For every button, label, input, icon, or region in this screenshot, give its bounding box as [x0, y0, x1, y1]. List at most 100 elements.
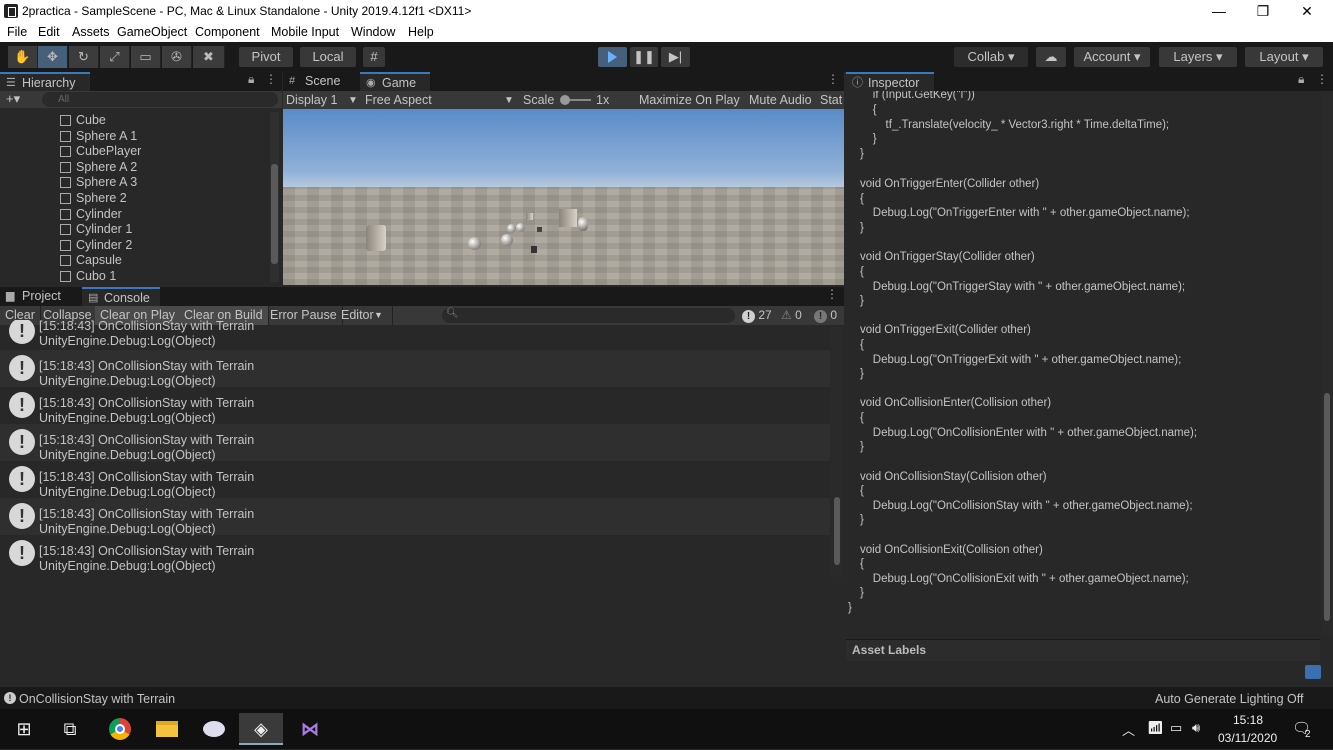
cloud-button[interactable]: ☁	[1035, 46, 1067, 68]
hierarchy-item[interactable]: Capsule	[58, 253, 122, 268]
tab-game[interactable]: ◉ Game	[360, 72, 430, 91]
tab-scene-label: Scene	[305, 74, 341, 88]
panel-menu-icon[interactable]: ⋮	[827, 72, 839, 86]
tab-inspector-label: Inspector	[868, 76, 920, 90]
code-line: void OnCollisionExit(Collision other)	[860, 544, 1043, 556]
tab-inspector[interactable]: ⓘ Inspector	[846, 72, 934, 91]
lighting-status[interactable]: Auto Generate Lighting Off	[1155, 692, 1303, 706]
account-dropdown[interactable]: Account ▾	[1073, 46, 1151, 68]
hierarchy-scrollbar[interactable]	[270, 112, 279, 282]
hierarchy-scroll-thumb[interactable]	[271, 164, 278, 264]
panel-menu-icon[interactable]: ⋮	[826, 287, 838, 301]
menu-gameobject[interactable]: GameObject	[117, 25, 187, 39]
hand-tool-icon[interactable]: ✋	[8, 46, 38, 68]
status-message[interactable]: OnCollisionStay with Terrain	[19, 692, 175, 706]
scale-tool-icon[interactable]: ⤢	[100, 46, 130, 68]
play-button[interactable]	[597, 46, 628, 68]
display-dropdown[interactable]: Display 1	[286, 93, 337, 107]
code-line: }	[860, 148, 864, 160]
menu-file[interactable]: File	[7, 25, 27, 39]
chrome-icon[interactable]	[98, 713, 142, 745]
log-row[interactable]: ! [15:18:43] OnCollisionStay with Terrai…	[0, 424, 830, 462]
clock-date[interactable]: 03/11/2020	[1218, 731, 1277, 745]
mute-audio-toggle[interactable]: Mute Audio	[749, 93, 812, 107]
log-row[interactable]: ! [15:18:43] OnCollisionStay with Terrai…	[0, 535, 830, 573]
hierarchy-item[interactable]: Cylinder 2	[58, 238, 132, 253]
hierarchy-item[interactable]: Sphere A 2	[58, 160, 137, 175]
stats-toggle[interactable]: Stat	[820, 93, 842, 107]
cube-object	[526, 213, 533, 220]
layers-dropdown[interactable]: Layers ▾	[1158, 46, 1238, 68]
console-scrollbar[interactable]	[831, 327, 843, 577]
hierarchy-item[interactable]: Cylinder	[58, 207, 122, 222]
asset-labels-header[interactable]: Asset Labels	[846, 639, 1320, 661]
file-explorer-icon[interactable]	[145, 713, 189, 745]
log-row[interactable]: ! [15:18:43] OnCollisionStay with Terrai…	[0, 320, 830, 350]
console-scroll-thumb[interactable]	[834, 497, 840, 565]
minimize-button[interactable]: —	[1196, 0, 1242, 23]
hierarchy-item[interactable]: Cubo 1	[58, 269, 116, 284]
menu-edit[interactable]: Edit	[38, 25, 60, 39]
task-view-icon[interactable]: ⧉	[48, 713, 92, 745]
code-line: void OnCollisionStay(Collision other)	[860, 471, 1047, 483]
close-button[interactable]: ✕	[1284, 0, 1330, 23]
clock-time[interactable]: 15:18	[1233, 713, 1263, 727]
tab-scene[interactable]: # Scene	[283, 72, 359, 91]
panel-menu-icon[interactable]: ⋮	[265, 72, 277, 86]
hierarchy-item[interactable]: Cylinder 1	[58, 222, 132, 237]
menu-mobile-input[interactable]: Mobile Input	[271, 25, 339, 39]
pause-button[interactable]: ❚❚	[629, 46, 659, 68]
tab-project-label: Project	[22, 289, 61, 303]
rect-tool-icon[interactable]: ▭	[131, 46, 161, 68]
windows-start-icon[interactable]: ⊞	[2, 713, 46, 745]
collab-dropdown[interactable]: Collab ▾	[953, 46, 1029, 68]
chevron-down-icon: ▼	[374, 310, 383, 320]
create-plus-icon[interactable]: +▾	[6, 91, 20, 107]
custom-tool-icon[interactable]: ✖	[193, 46, 225, 68]
menu-component[interactable]: Component	[195, 25, 260, 39]
transform-tool-icon[interactable]: ✇	[162, 46, 192, 68]
hierarchy-item[interactable]: CubePlayer	[58, 144, 141, 159]
maximize-on-play-toggle[interactable]: Maximize On Play	[639, 93, 740, 107]
wifi-icon[interactable]: 📶︎	[1147, 720, 1164, 736]
tag-icon[interactable]	[1305, 665, 1321, 679]
lock-icon[interactable]: 🔒︎	[1298, 72, 1304, 87]
rotate-tool-icon[interactable]: ↻	[69, 46, 99, 68]
tab-project[interactable]: ▆ Project	[0, 287, 76, 306]
hierarchy-item[interactable]: Cube	[58, 113, 106, 128]
log-row[interactable]: ! [15:18:43] OnCollisionStay with Terrai…	[0, 498, 830, 536]
chevron-up-icon[interactable]: ︿	[1122, 720, 1135, 739]
hierarchy-item[interactable]: Sphere 2	[58, 191, 127, 206]
menu-assets[interactable]: Assets	[72, 25, 110, 39]
layout-dropdown[interactable]: Layout ▾	[1244, 46, 1324, 68]
log-row[interactable]: ! [15:18:43] OnCollisionStay with Terrai…	[0, 350, 830, 388]
tab-hierarchy[interactable]: ☰ Hierarchy	[0, 72, 90, 91]
grid-snap-icon[interactable]: #	[362, 46, 386, 68]
inspector-scroll-thumb[interactable]	[1324, 393, 1330, 621]
log-stacktrace: UnityEngine.Debug:Log(Object)	[39, 559, 216, 573]
tab-console[interactable]: ▤ Console	[82, 287, 160, 306]
scale-slider-thumb[interactable]	[560, 95, 570, 105]
hierarchy-item[interactable]: Sphere A 1	[58, 129, 137, 144]
battery-icon[interactable]: ▭	[1170, 720, 1182, 736]
local-toggle[interactable]: Local	[299, 46, 357, 68]
lock-icon[interactable]: 🔒︎	[248, 72, 254, 87]
paint-icon[interactable]	[192, 713, 236, 745]
aspect-dropdown[interactable]: Free Aspect	[365, 93, 432, 107]
log-row[interactable]: ! [15:18:43] OnCollisionStay with Terrai…	[0, 387, 830, 425]
volume-icon[interactable]: 🔊︎	[1192, 720, 1200, 736]
unity-taskbar-icon[interactable]: ◈	[239, 713, 283, 745]
hierarchy-item[interactable]: Sphere A 3	[58, 175, 137, 190]
menu-help[interactable]: Help	[408, 25, 434, 39]
panel-menu-icon[interactable]: ⋮	[1316, 72, 1328, 86]
restore-button[interactable]: ❐	[1240, 0, 1286, 23]
step-button[interactable]: ▶|	[660, 46, 691, 68]
game-viewport[interactable]	[283, 109, 844, 285]
hierarchy-search-input[interactable]: All	[42, 92, 278, 107]
pivot-toggle[interactable]: Pivot	[238, 46, 294, 68]
visual-studio-icon[interactable]: ⋈	[288, 713, 332, 745]
inspector-scrollbar[interactable]	[1321, 91, 1333, 636]
move-tool-icon[interactable]: ✥	[38, 46, 68, 68]
menu-window[interactable]: Window	[351, 25, 395, 39]
log-row[interactable]: ! [15:18:43] OnCollisionStay with Terrai…	[0, 461, 830, 499]
